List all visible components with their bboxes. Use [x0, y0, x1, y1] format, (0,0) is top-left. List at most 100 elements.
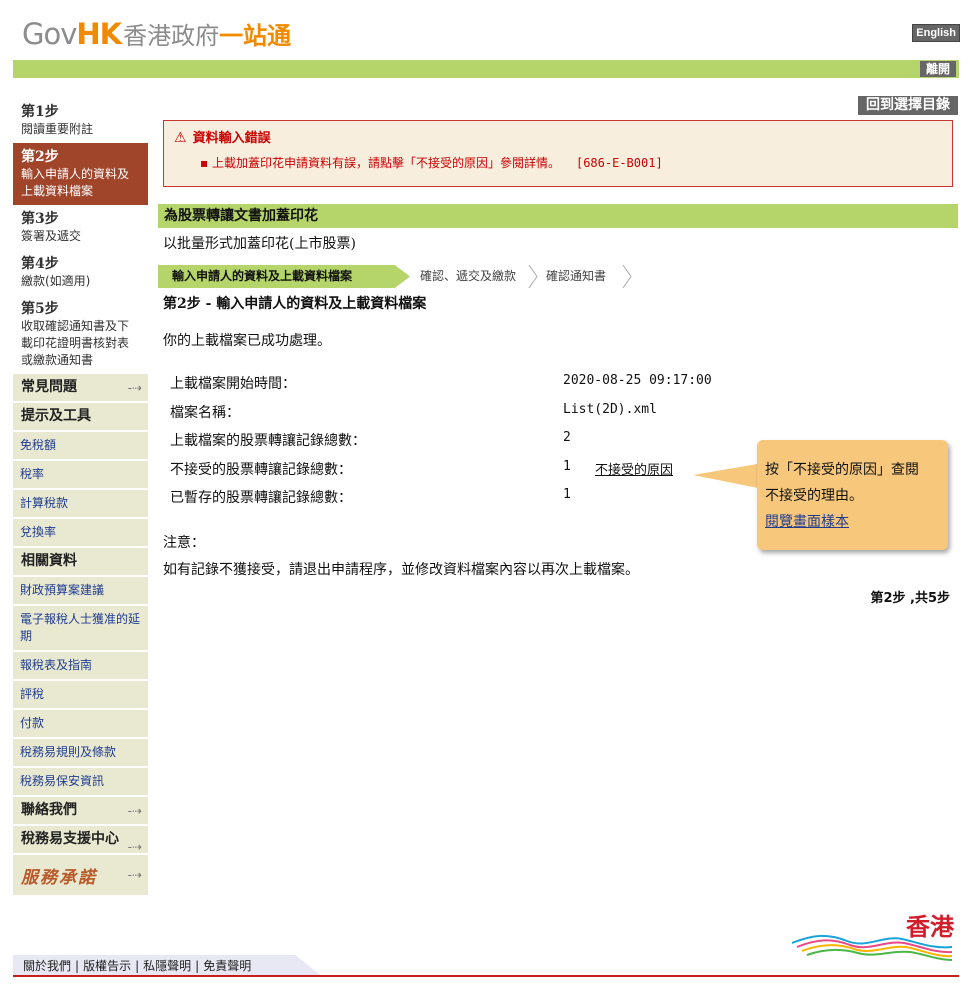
detail-label: 檔案名稱：	[170, 404, 240, 421]
sidebar-link-exchange-rate[interactable]: 兌換率	[13, 519, 148, 548]
sidebar-step-3: 第3步 簽署及遞交	[13, 205, 148, 250]
english-button[interactable]: English	[912, 24, 960, 42]
error-title-text: 資料輸入錯誤	[192, 131, 271, 146]
sidebar-tools-label: 提示及工具	[21, 408, 91, 424]
progress-step-3: 確認通知書	[532, 265, 632, 288]
logout-button[interactable]: 離開	[919, 61, 956, 77]
logo-gov: Gov	[22, 17, 77, 51]
logo-cn2: 一站通	[219, 22, 292, 50]
error-title: ⚠ 資料輸入錯誤	[174, 127, 271, 146]
sidebar-link-extension[interactable]: 電子報稅人士獲准的延期	[13, 606, 148, 652]
sidebar-link-payment[interactable]: 付款	[13, 710, 148, 739]
sidebar-link-terms[interactable]: 稅務易規則及條款	[13, 739, 148, 768]
warning-icon: ⚠	[174, 130, 187, 146]
sidebar-link-tax-rate[interactable]: 稅率	[13, 461, 148, 490]
error-message-text: 上載加蓋印花申請資料有誤，請點擊「不接受的原因」參閱詳情。	[211, 156, 560, 170]
detail-value: 1	[563, 458, 571, 474]
footer-link-about[interactable]: 關於我們	[23, 959, 71, 973]
footer-link-privacy[interactable]: 私隱聲明	[143, 959, 191, 973]
progress-step-2: 確認、遞交及繳款	[406, 265, 538, 288]
expand-arrow-icon: -⇢	[127, 803, 142, 818]
section-title: 為股票轉讓文書加蓋印花	[158, 204, 958, 228]
brand-hong-kong-text: 香港	[906, 913, 954, 941]
rejection-reason-link[interactable]: 不接受的原因	[595, 459, 673, 478]
expand-arrow-icon: -⇢	[127, 868, 142, 882]
help-tooltip: 按「不接受的原因」查閱 不接受的理由。 閱覽畫面樣本	[757, 440, 948, 550]
sidebar-link-tax-calc[interactable]: 計算稅款	[13, 490, 148, 519]
step-count: 第2步 ,共5步	[870, 591, 950, 606]
progress-step-label: 確認通知書	[546, 269, 607, 283]
expand-arrow-icon: -⇢	[127, 840, 142, 854]
detail-value: List(2D).xml	[563, 401, 657, 417]
detail-value: 2	[563, 430, 571, 445]
error-message: ▪ 上載加蓋印花申請資料有誤，請點擊「不接受的原因」參閱詳情。 [686-E-B0…	[200, 154, 663, 171]
service-pledge-logo: 服務承諾	[21, 867, 97, 888]
sidebar-link-budget[interactable]: 財政預算案建議	[13, 577, 148, 606]
sample-screen-link[interactable]: 閱覽畫面樣本	[765, 509, 948, 535]
top-bar: 離開	[13, 60, 959, 78]
step-text: 繳款(如適用)	[21, 274, 91, 288]
footer-link-copyright[interactable]: 版權告示	[83, 959, 131, 973]
govhk-logo[interactable]: Gov HK 香港政府 一站通	[22, 16, 292, 51]
success-message: 你的上載檔案已成功處理。	[163, 333, 331, 349]
step-text: 收取確認通知書及下載印花證明書核對表或繳款通知書	[21, 319, 130, 367]
step-text: 閱讀重要附註	[21, 122, 94, 136]
sidebar-related-label: 相關資料	[21, 553, 77, 569]
tooltip-line-2: 不接受的理由。	[765, 488, 863, 504]
chevron-right-icon	[622, 265, 632, 288]
sidebar-link-tax-returns[interactable]: 報稅表及指南	[13, 652, 148, 681]
step-number: 第2步	[21, 149, 59, 165]
step-number: 第5步	[21, 301, 59, 317]
sidebar-step-2: 第2步 輸入申請人的資料及上載資料檔案	[13, 143, 148, 205]
sidebar-link-allowance[interactable]: 免稅額	[13, 432, 148, 461]
sidebar-link-security[interactable]: 稅務易保安資訊	[13, 768, 148, 797]
sidebar-step-1: 第1步 閱讀重要附註	[13, 98, 148, 143]
detail-row: 不接受的股票轉讓記錄總數： 1 不接受的原因	[170, 459, 750, 488]
brand-hong-kong-logo: 香港	[791, 905, 957, 965]
detail-value: 2020-08-25 09:17:00	[563, 373, 712, 388]
detail-row: 上載檔案開始時間： 2020-08-25 09:17:00	[170, 373, 750, 402]
sidebar: 第1步 閱讀重要附註 第2步 輸入申請人的資料及上載資料檔案 第3步 簽署及遞交…	[13, 98, 148, 895]
bullet-icon: ▪	[200, 156, 212, 170]
tooltip-line-1: 按「不接受的原因」查閱	[765, 462, 919, 478]
detail-row: 已暫存的股票轉讓記錄總數： 1	[170, 487, 750, 516]
sidebar-related-heading: 相關資料	[13, 548, 148, 577]
detail-row: 檔案名稱： List(2D).xml	[170, 402, 750, 431]
sidebar-step-4: 第4步 繳款(如適用)	[13, 250, 148, 295]
tooltip-pointer	[693, 463, 763, 489]
step-number: 第1步	[21, 104, 59, 120]
detail-label: 不接受的股票轉讓記錄總數：	[170, 461, 352, 478]
expand-arrow-icon: -⇢	[127, 380, 142, 395]
upload-details: 上載檔案開始時間： 2020-08-25 09:17:00 檔案名稱： List…	[170, 373, 750, 516]
sidebar-contact[interactable]: 聯絡我們 -⇢	[13, 797, 148, 826]
footer-links: 關於我們 | 版權告示 | 私隱聲明 | 免責聲明	[13, 955, 323, 977]
step-number: 第4步	[21, 256, 59, 272]
sidebar-service-pledge[interactable]: 服務承諾 -⇢	[13, 855, 148, 895]
progress-bar: 輸入申請人的資料及上載資料檔案 確認、遞交及繳款 確認通知書	[158, 265, 632, 288]
sidebar-support[interactable]: 稅務易支援中心 -⇢	[13, 826, 148, 855]
error-box: ⚠ 資料輸入錯誤 ▪ 上載加蓋印花申請資料有誤，請點擊「不接受的原因」參閱詳情。 […	[163, 120, 953, 187]
note-label: 注意：	[163, 535, 205, 551]
sidebar-step-5: 第5步 收取確認通知書及下載印花證明書核對表或繳款通知書	[13, 295, 148, 374]
step-text: 簽署及遞交	[21, 229, 82, 243]
error-code: [686-E-B001]	[575, 156, 663, 170]
section-subtitle: 以批量形式加蓋印花(上市股票)	[163, 236, 356, 252]
footer-separator: |	[135, 959, 140, 973]
detail-row: 上載檔案的股票轉讓記錄總數： 2	[170, 430, 750, 459]
step-number: 第3步	[21, 211, 59, 227]
logo-hk: HK	[76, 17, 122, 51]
sidebar-tools-heading: 提示及工具	[13, 403, 148, 432]
footer-link-disclaimer[interactable]: 免責聲明	[203, 959, 251, 973]
detail-label: 上載檔案開始時間：	[170, 376, 296, 392]
sidebar-link-assessment[interactable]: 評稅	[13, 681, 148, 710]
back-to-menu-button[interactable]: 回到選擇目錄	[858, 96, 958, 115]
footer-separator: |	[75, 959, 80, 973]
detail-label: 已暫存的股票轉讓記錄總數：	[170, 490, 352, 506]
footer-divider	[13, 975, 959, 977]
detail-value: 1	[563, 487, 571, 502]
progress-step-1: 輸入申請人的資料及上載資料檔案	[158, 265, 410, 288]
detail-label: 上載檔案的股票轉讓記錄總數：	[170, 433, 366, 449]
progress-step-label: 確認、遞交及繳款	[420, 269, 517, 283]
sidebar-faq[interactable]: 常見問題 -⇢	[13, 374, 148, 403]
step-title: 第2步 - 輸入申請人的資料及上載資料檔案	[163, 296, 427, 312]
